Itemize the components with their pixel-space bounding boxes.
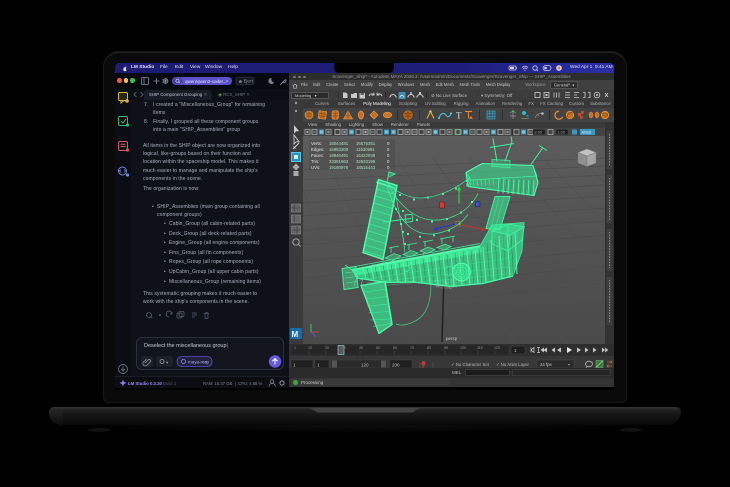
svg-text:persp: persp <box>446 336 458 341</box>
svg-text:|: | <box>474 93 475 98</box>
svg-text:50: 50 <box>376 346 380 350</box>
svg-text:110: 110 <box>477 346 483 350</box>
svg-text:▾ Symmetry: Off: ▾ Symmetry: Off <box>481 93 513 98</box>
svg-text:40: 40 <box>359 346 363 350</box>
svg-text:▾: ▾ <box>568 362 570 367</box>
svg-text:▾: ▾ <box>226 79 228 84</box>
svg-text:16575351: 16575351 <box>356 141 376 146</box>
svg-text:120: 120 <box>494 346 500 350</box>
svg-text:32633199: 32633199 <box>356 159 376 164</box>
svg-text:23391963: 23391963 <box>329 159 349 164</box>
svg-text:20: 20 <box>325 346 329 350</box>
svg-text:qwen/qwen3-coder...: qwen/qwen3-coder... <box>185 79 227 84</box>
svg-text:RAM: 16.47 GB | CPU: 4.98 %: RAM: 16.47 GB | CPU: 4.98 % <box>203 381 263 386</box>
svg-text:1.00: 1.00 <box>558 131 565 135</box>
svg-text:T: T <box>456 111 462 121</box>
svg-text:✓ No Character Set: ✓ No Character Set <box>451 362 490 367</box>
svg-text:18946491: 18946491 <box>329 153 349 158</box>
svg-text:M: M <box>292 330 299 339</box>
svg-text:1: 1 <box>294 346 296 350</box>
svg-text:16422938: 16422938 <box>356 153 376 158</box>
svg-text:Edges:: Edges: <box>311 147 324 152</box>
svg-text:UVs:: UVs: <box>311 165 320 170</box>
svg-text:Tris:: Tris: <box>311 159 319 164</box>
svg-text:60: 60 <box>393 346 397 350</box>
svg-text:⊘ No Live Surface: ⊘ No Live Surface <box>431 93 468 98</box>
svg-text:▾: ▾ <box>205 359 207 364</box>
svg-text:70: 70 <box>410 346 414 350</box>
svg-text:LM Studio 0.3.30: LM Studio 0.3.30 <box>128 381 163 386</box>
svg-text:19180978: 19180978 <box>329 165 349 170</box>
svg-text:18516443: 18516443 <box>356 165 376 170</box>
svg-text:✓ No Anim Layer: ✓ No Anim Layer <box>496 362 530 367</box>
svg-text:15993308: 15993308 <box>329 147 349 152</box>
svg-text:⏏ Eject: ⏏ Eject <box>239 79 254 84</box>
svg-text:100: 100 <box>460 346 466 350</box>
svg-text:120: 120 <box>361 363 369 368</box>
svg-text:|: | <box>526 93 527 98</box>
svg-text:24 fps: 24 fps <box>540 362 552 367</box>
svg-text:10: 10 <box>308 346 312 350</box>
svg-text:Verts:: Verts: <box>311 141 322 146</box>
svg-text:11630991: 11630991 <box>356 147 375 152</box>
svg-text:Build 2: Build 2 <box>163 381 177 386</box>
svg-text:2.00: 2.00 <box>535 131 542 135</box>
svg-text:80: 80 <box>427 346 431 350</box>
svg-text:18044481: 18044481 <box>329 141 349 146</box>
svg-text:90: 90 <box>444 346 448 350</box>
svg-text:ACES: ACES <box>582 131 592 135</box>
svg-text:Faces:: Faces: <box>311 153 324 158</box>
svg-text:200: 200 <box>392 363 400 368</box>
